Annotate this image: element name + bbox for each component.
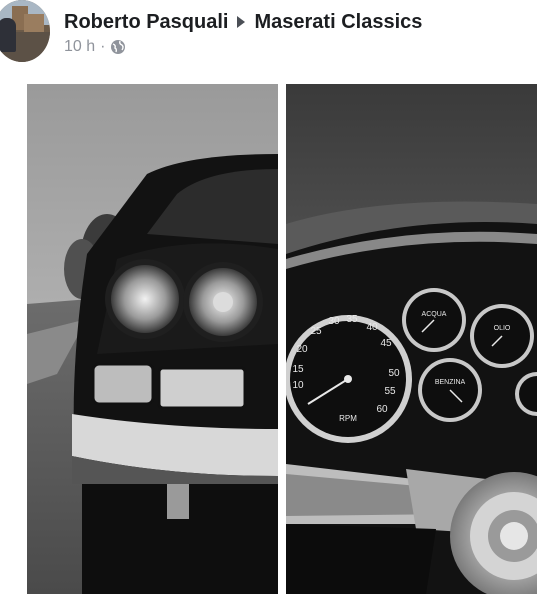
speedo-label-45: 45 [380,338,392,349]
post-meta: 10 h · [64,38,126,56]
speedo-label-55: 55 [384,386,396,397]
post-header: Roberto Pasquali Maserati Classics [64,8,422,36]
acqua-gauge-label: ACQUA [422,311,447,318]
group-name[interactable]: Maserati Classics [254,11,422,34]
author-name[interactable]: Roberto Pasquali [64,11,228,34]
speedo-label-25: 25 [310,326,322,337]
speedo-label-40: 40 [366,322,378,333]
shared-to-arrow-icon [237,16,246,28]
speedo-label-50: 50 [388,368,400,379]
olio-gauge-label: OLIO [494,325,511,332]
meta-separator: · [100,38,106,55]
post-photo-dashboard[interactable]: 25 30 35 40 45 50 55 60 20 15 10 RPM ACQ… [286,84,537,594]
post-photo-car-front[interactable] [27,84,278,594]
author-avatar[interactable] [0,0,50,62]
speedo-label-35: 35 [346,314,358,325]
speedo-label-30: 30 [328,316,340,327]
post-timestamp[interactable]: 10 h [64,38,95,56]
speedo-label-15: 15 [292,364,304,375]
speedo-unit: RPM [339,414,357,423]
benzina-gauge-label: BENZINA [435,379,466,386]
globe-icon[interactable] [110,39,126,55]
speedo-label-20: 20 [296,344,308,355]
speedo-label-60: 60 [376,404,388,415]
speedo-label-10: 10 [292,380,304,391]
